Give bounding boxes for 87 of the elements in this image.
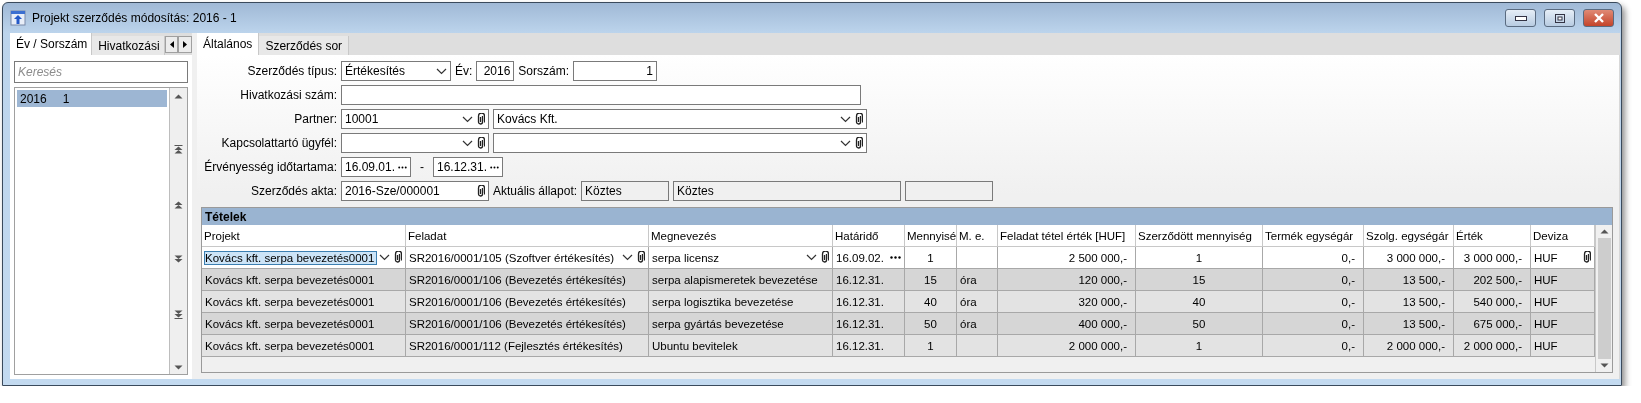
window-title: Projekt szerződés módosítás: 2016 - 1 [32,11,238,25]
paperclip-icon[interactable] [636,251,645,264]
chevron-down-icon[interactable] [462,115,473,123]
page-down-icon[interactable] [174,255,183,264]
paperclip-icon[interactable] [1582,251,1591,264]
table-cell: 2 000 000,- [1364,335,1454,357]
page-up-icon[interactable] [174,200,183,209]
field-label: Szerződés akta: [249,184,337,198]
left-arrow-icon [169,41,174,48]
contact-name-dropdown[interactable] [493,133,867,153]
scroll-up-icon[interactable] [1599,229,1609,234]
tab[interactable]: Hivatkozási [92,36,165,55]
table-cell: 1 [905,335,957,357]
table-cell: 16.12.31. [833,335,905,357]
close-icon [1592,13,1605,23]
table-cell: Ubuntu bevitelek [649,335,833,357]
field-label: Hivatkozási szám: [239,88,337,102]
scroll-down-icon[interactable] [174,365,183,370]
table-cell: SR2016/0001/112 (Fejlesztés értékesítés) [406,335,649,357]
maximize-icon [1554,13,1565,23]
scroll-up-icon[interactable] [174,94,183,99]
chevron-down-icon[interactable] [379,254,390,261]
contract-file-field[interactable]: 2016-Sze/000001 [341,181,489,201]
field-label: Év: [455,64,473,78]
table-cell: 0,- [1263,335,1364,357]
chevron-down-icon[interactable] [840,115,851,123]
scroll-down-icon[interactable] [1599,363,1609,368]
status-code-field: Köztes [581,181,670,201]
paperclip-icon[interactable] [393,251,402,264]
chevron-down-icon[interactable] [462,139,473,147]
table-cell: 2 000 000,- [998,335,1136,357]
jump-bottom-icon[interactable] [174,310,183,319]
table-cell: 1 [1136,335,1263,357]
close-button[interactable] [1583,9,1614,27]
minimize-icon [1514,15,1527,21]
table-row[interactable]: Kovács kft. serpa bevezetés0001 SR2016/0001/105 (Szoftver értékesítés) serpa licensz 16.09.02. 1 2 500 000,- 1 0,- 3 000 000,- 3 000 000,- HUF [202,247,1595,269]
range-separator: - [419,160,425,174]
contact-code-dropdown[interactable] [341,133,489,153]
more-icon[interactable] [890,256,901,259]
reference-field[interactable] [341,85,861,105]
scrollbar-thumb[interactable] [1597,238,1611,359]
chevron-down-icon[interactable] [806,254,817,261]
jump-top-icon[interactable] [174,145,183,154]
app-icon [10,10,26,26]
paperclip-icon[interactable] [476,112,485,126]
scroll-right-button[interactable] [178,36,192,53]
field-label: Érvényesség időtartama: [203,160,337,174]
field-label: Sorszám: [518,64,570,78]
field-label: Szerződés típus: [246,64,337,78]
list-item[interactable]: 2016 1 [17,90,167,107]
table-row[interactable]: Kovács kft. serpa bevezetés0001 SR2016/0001/106 (Bevezetés értékesítés) serpa logisztika bevezetése 16.12.31. 40 óra 320 000,- 40 0,- 13 500,- 540 000,- HUF [202,291,1595,313]
table-cell[interactable]: Kovács kft. serpa bevezetés0001 [202,247,406,269]
more-icon[interactable] [490,165,499,169]
paperclip-icon[interactable] [854,112,863,126]
table-row[interactable]: Kovács kft. serpa bevezetés0001 SR2016/0001/112 (Fejlesztés értékesítés) Ubuntu bevitelek 16.12.31. 1 2 000 000,- 1 0,- 2 000 000,- 2 000 000,- HUF [202,335,1595,357]
serial-field[interactable]: 1 [573,61,658,81]
date-field[interactable]: 16.09.01. [341,157,411,177]
table-cell: 2 000 000,- [1454,335,1531,357]
table-cell: Kovács kft. serpa bevezetés0001 [202,335,406,357]
paperclip-icon[interactable] [854,136,863,150]
date-field[interactable]: 16.12.31. [433,157,503,177]
chevron-down-icon[interactable] [436,67,447,75]
table-row[interactable]: Kovács kft. serpa bevezetés0001 SR2016/0001/106 (Bevezetés értékesítés) serpa alapismeretek bevezetése 16.12.31. 15 óra 120 000,- 15 0,- 13 500,- 202 500,- HUF [202,269,1595,291]
search-field[interactable]: Keresés [14,61,188,83]
field-label: Kapcsolattartó ügyfél: [220,136,337,150]
tab[interactable]: Év / Sorszám [10,33,93,55]
table-cell [957,335,998,357]
paperclip-icon[interactable] [476,184,485,198]
tab[interactable]: Szerződés sor [259,36,350,55]
partner-name-dropdown[interactable]: Kovács Kft. [493,109,867,129]
right-arrow-icon [183,41,188,48]
paperclip-icon[interactable] [820,251,829,264]
paperclip-icon[interactable] [476,136,485,150]
chevron-down-icon[interactable] [840,139,851,147]
tab[interactable]: Általános [197,33,260,55]
minimize-button[interactable] [1505,9,1536,27]
year-field[interactable]: 2016 [476,61,515,81]
field-label: Partner: [293,112,337,126]
maximize-button[interactable] [1544,9,1575,27]
status-name-field: Köztes [673,181,902,201]
partner-code-dropdown[interactable]: 10001 [341,109,489,129]
more-icon[interactable] [398,165,407,169]
chevron-down-icon[interactable] [622,254,633,261]
field-label: Aktuális állapot: [493,184,578,198]
table-row[interactable]: Kovács kft. serpa bevezetés0001 SR2016/0001/106 (Bevezetés értékesítés) serpa gyártás bevezetése 16.12.31. 50 óra 400 000,- 50 0,- 13 500,- 675 000,- HUF [202,313,1595,335]
section-header: Tételek [202,208,1612,225]
contract-type-dropdown[interactable]: Értékesítés [341,61,451,81]
